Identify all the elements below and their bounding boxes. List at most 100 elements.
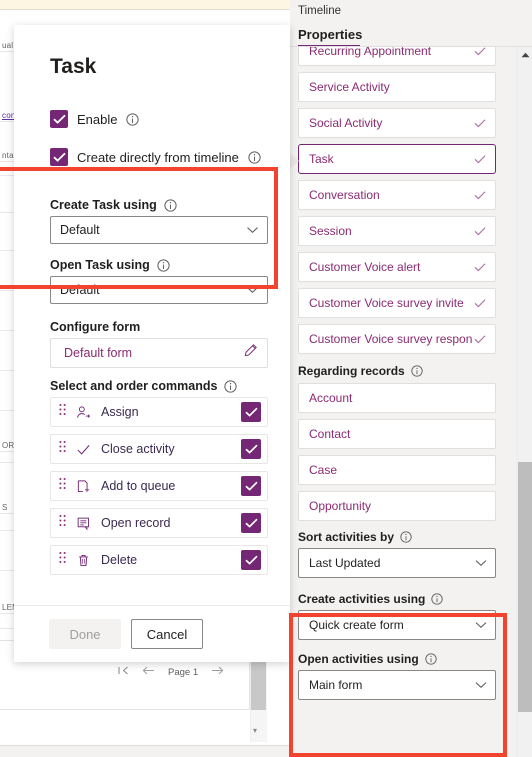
enable-checkbox-row[interactable]: Enable <box>50 110 290 128</box>
checkmark-icon-empty <box>473 80 487 94</box>
selection-caret-icon <box>290 153 299 169</box>
activity-option-customer-voice-survey-response[interactable]: Customer Voice survey response <box>298 324 496 354</box>
scroll-up-arrow-icon[interactable] <box>517 47 532 63</box>
background-bottom-bar <box>0 745 290 757</box>
chevron-down-icon[interactable] <box>475 554 487 572</box>
chevron-down-icon[interactable] <box>475 676 487 694</box>
checkmark-icon <box>473 260 487 274</box>
pencil-edit-icon[interactable] <box>243 343 258 363</box>
info-icon[interactable] <box>411 365 423 377</box>
enable-checkbox[interactable] <box>50 110 68 128</box>
regarding-record-account[interactable]: Account <box>298 383 496 413</box>
properties-panel-scrollbar[interactable] <box>516 47 532 757</box>
checkmark-icon <box>473 188 487 202</box>
info-icon[interactable] <box>248 151 261 164</box>
drag-handle-icon[interactable] <box>59 551 67 569</box>
dialog-footer: Done Cancel <box>14 606 290 662</box>
command-label: Assign <box>101 405 139 419</box>
activity-option-task[interactable]: Task <box>290 144 496 174</box>
command-row-add-to-queue[interactable]: Add to queue <box>50 471 268 501</box>
command-row-assign[interactable]: Assign <box>50 397 268 427</box>
configure-form-field[interactable]: Default form <box>50 338 268 368</box>
first-page-icon[interactable] <box>118 666 129 678</box>
info-icon[interactable] <box>157 259 170 272</box>
checkmark-icon <box>473 47 487 58</box>
previous-page-icon[interactable] <box>142 666 155 678</box>
checkmark-icon <box>473 296 487 310</box>
create-task-using-value: Default <box>60 223 100 237</box>
regarding-record-case[interactable]: Case <box>298 455 496 485</box>
command-row-open-record[interactable]: Open record <box>50 508 268 538</box>
command-checkbox[interactable] <box>241 513 261 533</box>
create-directly-checkbox[interactable] <box>50 148 68 166</box>
info-icon[interactable] <box>126 113 140 126</box>
activity-option-social-activity[interactable]: Social Activity <box>298 108 496 138</box>
drag-handle-icon[interactable] <box>59 477 67 495</box>
activity-option-label: Customer Voice survey invite <box>309 296 464 310</box>
drag-handle-icon[interactable] <box>59 440 67 458</box>
open-task-using-label: Open Task using <box>50 258 290 272</box>
activity-option-customer-voice-survey-invite[interactable]: Customer Voice survey invite <box>298 288 496 318</box>
command-checkbox[interactable] <box>241 402 261 422</box>
background-scroll-down-icon[interactable]: ▾ <box>253 726 257 735</box>
checkmark-icon <box>473 116 487 130</box>
done-button[interactable]: Done <box>49 619 121 649</box>
regarding-record-opportunity[interactable]: Opportunity <box>298 491 496 521</box>
info-icon[interactable] <box>224 380 238 393</box>
activity-option-recurring-appointment[interactable]: Recurring Appointment <box>298 47 496 66</box>
create-task-using-dropdown[interactable]: Default <box>50 216 268 244</box>
info-icon[interactable] <box>431 593 444 605</box>
chevron-down-icon[interactable] <box>475 616 487 634</box>
command-label: Open record <box>101 516 171 530</box>
open-task-using-title: Open Task using <box>50 258 150 272</box>
pagination-controls: Page 1 <box>118 666 224 678</box>
activity-option-label: Session <box>309 224 352 238</box>
sort-activities-dropdown[interactable]: Last Updated <box>298 548 496 578</box>
background-fragment-label: ual <box>2 41 14 51</box>
cancel-button[interactable]: Cancel <box>131 619 203 649</box>
command-checkbox[interactable] <box>241 550 261 570</box>
add-to-queue-icon <box>76 479 92 494</box>
drag-handle-icon[interactable] <box>59 514 67 532</box>
next-page-icon[interactable] <box>211 666 224 678</box>
activity-option-label: Recurring Appointment <box>309 47 432 58</box>
regarding-record-contact[interactable]: Contact <box>298 419 496 449</box>
background-list-scrollbar-thumb[interactable] <box>251 662 266 710</box>
activity-option-customer-voice-alert[interactable]: Customer Voice alert <box>298 252 496 282</box>
open-activities-dropdown[interactable]: Main form <box>298 670 496 700</box>
create-activities-dropdown[interactable]: Quick create form <box>298 610 496 640</box>
activity-option-service-activity[interactable]: Service Activity <box>298 72 496 102</box>
activity-option-label: Service Activity <box>309 80 390 94</box>
checkmark-icon <box>473 224 487 238</box>
activity-option-session[interactable]: Session <box>298 216 496 246</box>
properties-panel-scrollbar-thumb[interactable] <box>518 462 532 712</box>
create-directly-checkbox-row[interactable]: Create directly from timeline <box>50 148 290 166</box>
activity-option-conversation[interactable]: Conversation <box>298 180 496 210</box>
create-directly-checkbox-label: Create directly from timeline <box>77 149 239 165</box>
command-row-close-activity[interactable]: Close activity <box>50 434 268 464</box>
info-icon[interactable] <box>164 199 177 212</box>
create-task-using-title: Create Task using <box>50 198 157 212</box>
checkmark-icon <box>473 152 487 166</box>
command-label: Delete <box>101 553 138 567</box>
activity-option-label: Conversation <box>309 188 380 202</box>
properties-scroll-area: Recurring Appointment Service Activity S… <box>290 47 532 757</box>
activity-option-label: Customer Voice alert <box>309 260 421 274</box>
command-row-delete[interactable]: Delete <box>50 545 268 575</box>
trash-delete-icon <box>76 553 92 568</box>
drag-handle-icon[interactable] <box>59 403 67 421</box>
command-label: Add to queue <box>101 479 176 493</box>
create-task-using-label: Create Task using <box>50 198 290 212</box>
chevron-down-icon[interactable] <box>246 281 259 299</box>
open-task-using-value: Default <box>60 283 100 297</box>
dialog-title: Task <box>50 55 97 78</box>
command-checkbox[interactable] <box>241 439 261 459</box>
command-label: Close activity <box>101 442 175 456</box>
regarding-records-label: Regarding records <box>298 364 524 378</box>
tab-properties[interactable]: Properties <box>298 27 362 46</box>
open-task-using-dropdown[interactable]: Default <box>50 276 268 304</box>
info-icon[interactable] <box>400 531 412 543</box>
command-checkbox[interactable] <box>241 476 261 496</box>
info-icon[interactable] <box>425 653 437 665</box>
chevron-down-icon[interactable] <box>246 221 259 239</box>
